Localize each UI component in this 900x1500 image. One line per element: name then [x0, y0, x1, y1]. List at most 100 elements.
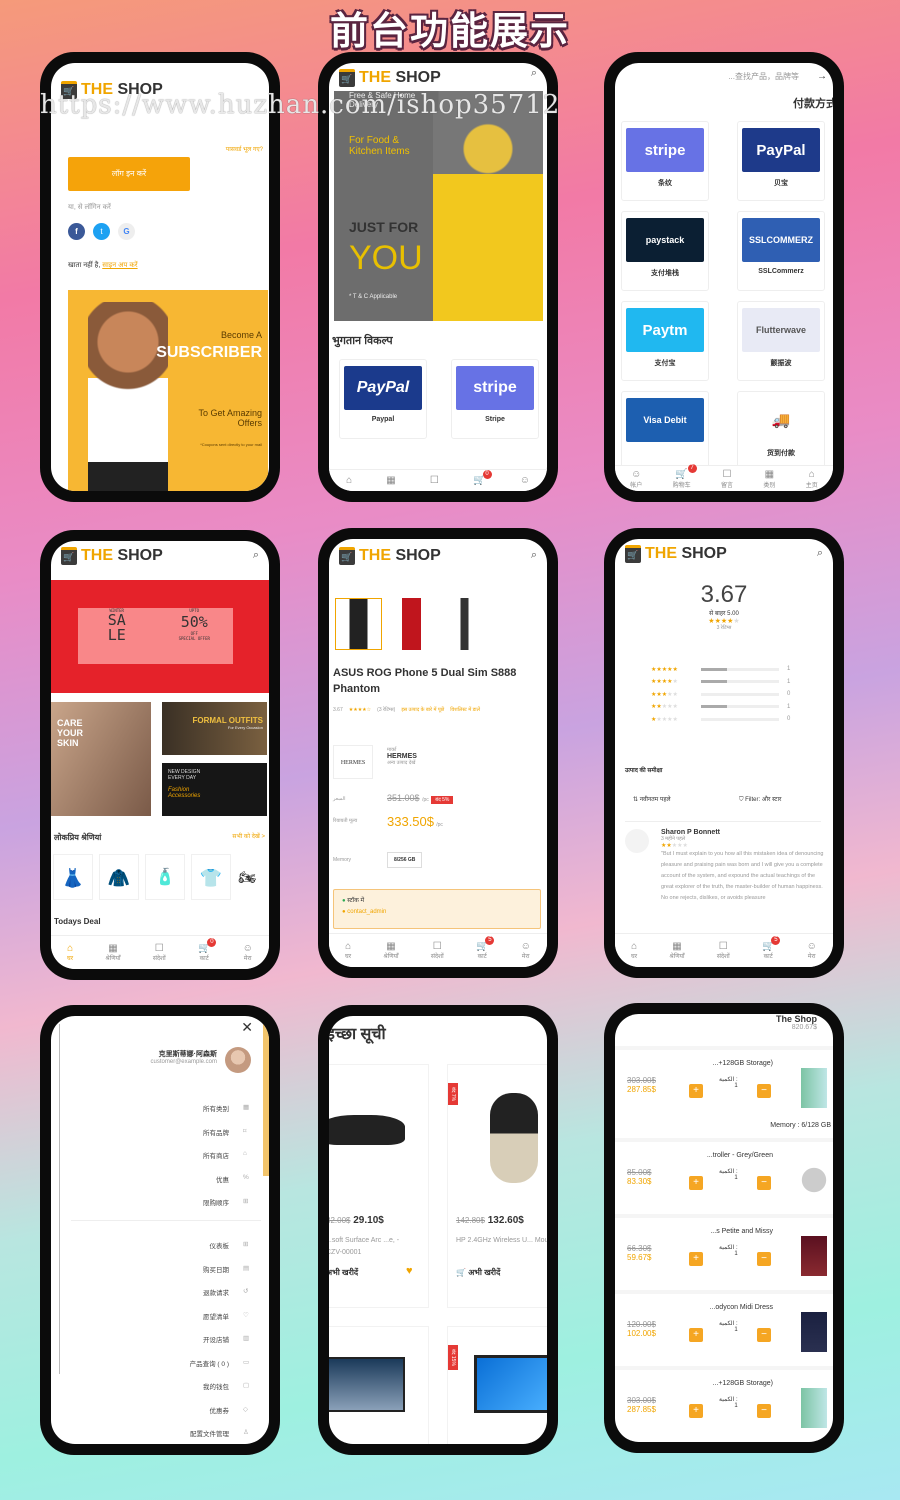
plus-button[interactable]: +: [689, 1084, 703, 1098]
nav-categories-icon[interactable]: ▦: [386, 475, 395, 486]
minus-button[interactable]: −: [757, 1084, 771, 1098]
nav-messages-icon[interactable]: ☐: [430, 475, 439, 486]
payment-method-card[interactable]: PayPal 贝宝: [737, 121, 825, 201]
filter-dropdown[interactable]: ⛉ Filter: और स्टार: [739, 795, 781, 804]
avatar[interactable]: [225, 1047, 251, 1073]
menu-item[interactable]: 我的钱包 ▢: [71, 1381, 251, 1405]
payment-method-card[interactable]: stripe 条纹: [621, 121, 709, 201]
facebook-icon[interactable]: f: [68, 223, 85, 240]
wishlist-card[interactable]: बंद 15%: [447, 1326, 547, 1444]
google-icon[interactable]: G: [118, 223, 135, 240]
login-button[interactable]: लॉग इन करें: [68, 157, 190, 191]
menu-item[interactable]: 愿望清单 ♡: [71, 1311, 251, 1335]
subscriber-banner[interactable]: Become A SUBSCRIBER To Get Amazing Offer…: [68, 290, 268, 491]
brand-more-products[interactable]: अन्य उत्पाद देखें: [387, 760, 417, 766]
menu-item[interactable]: 所有品牌 ⌑: [71, 1127, 251, 1151]
minus-button[interactable]: −: [757, 1328, 771, 1342]
product-thumbnail[interactable]: [441, 598, 488, 650]
menu-item[interactable]: 限购顺序 ⊞: [71, 1197, 251, 1221]
forgot-password-link[interactable]: पासवर्ड भूल गए?: [226, 145, 263, 153]
menu-item[interactable]: 退款请求 ↺: [71, 1287, 251, 1311]
skin-care-banner[interactable]: CARE YOUR SKIN: [51, 702, 151, 816]
payment-method-card[interactable]: Flutterwave 颤振波: [737, 301, 825, 381]
category-perfume[interactable]: 🧴: [145, 854, 185, 900]
nav-item[interactable]: ☐ संदेशों: [153, 943, 166, 962]
product-thumbnail[interactable]: [388, 598, 435, 650]
menu-item[interactable]: 配置文件管理 ♙: [71, 1428, 251, 1444]
payment-method-card[interactable]: 🚚 货到付款: [737, 391, 825, 471]
menu-item[interactable]: 所有类别 ▦: [71, 1103, 251, 1127]
category-shirt[interactable]: 👕: [191, 854, 231, 900]
search-icon[interactable]: ⌕: [531, 67, 537, 80]
nav-item[interactable]: ☺ मेरा: [807, 941, 817, 960]
nav-item[interactable]: 🛒 कार्ट 0: [198, 938, 217, 962]
arrow-right-icon[interactable]: →: [817, 71, 827, 82]
minus-button[interactable]: −: [757, 1404, 771, 1418]
nav-item[interactable]: ☺ मेरा: [521, 941, 531, 960]
buy-now-button[interactable]: अभी खरीदें: [329, 1267, 358, 1278]
wishlist-card[interactable]: [329, 1326, 429, 1444]
memory-option[interactable]: 8/256 GB: [387, 852, 423, 868]
menu-item[interactable]: 开设店铺 ▥: [71, 1334, 251, 1358]
nav-item[interactable]: ☐ संदेशों: [717, 941, 730, 960]
nav-item[interactable]: ☐ 留言: [721, 469, 733, 489]
menu-item[interactable]: 优惠%: [71, 1174, 251, 1198]
nav-item[interactable]: ☐ संदेशों: [431, 941, 444, 960]
formal-outfits-banner[interactable]: FORMAL OUTFITS For Every Occasion: [162, 702, 267, 755]
menu-item[interactable]: 优惠券 ◇: [71, 1405, 251, 1429]
wishlist-card[interactable]: बंद 7% 142.80$ 132.60$ HP 2.4GHz Wireles…: [447, 1064, 547, 1308]
view-all-link[interactable]: सभी को देखें >: [232, 832, 265, 840]
payment-card-stripe[interactable]: stripe Stripe: [451, 359, 539, 439]
payment-method-card[interactable]: Paytm 支付宝: [621, 301, 709, 381]
plus-button[interactable]: +: [689, 1176, 703, 1190]
menu-item[interactable]: 产品查询 ( 0 ) ▭: [71, 1358, 251, 1382]
brand-name[interactable]: HERMES: [387, 753, 417, 760]
category-dress[interactable]: 👗: [53, 854, 93, 900]
twitter-icon[interactable]: t: [93, 223, 110, 240]
search-icon[interactable]: ⌕: [253, 549, 259, 562]
plus-button[interactable]: +: [689, 1328, 703, 1342]
nav-account-icon[interactable]: ☺: [520, 475, 530, 486]
minus-button[interactable]: −: [757, 1176, 771, 1190]
search-icon[interactable]: ⌕: [817, 547, 823, 560]
nav-home-icon[interactable]: ⌂: [346, 475, 352, 486]
menu-item[interactable]: 购买日期 ▤: [71, 1264, 251, 1288]
close-icon[interactable]: ✕: [241, 1019, 253, 1036]
nav-item[interactable]: 🛒 कार्ट 5: [762, 936, 781, 960]
category-motorbike[interactable]: 🏍: [237, 854, 257, 900]
nav-item[interactable]: ⌂ 主页: [806, 469, 818, 489]
buy-now-button[interactable]: 🛒 अभी खरीदें: [456, 1267, 500, 1278]
nav-item[interactable]: ▦ 类别: [763, 469, 775, 489]
delivery-banner[interactable]: Free & Safe Home Delivery For Food & Kit…: [334, 91, 543, 321]
nav-item[interactable]: ☺ 帐户: [630, 469, 642, 489]
nav-item[interactable]: 🛒 购物车 7: [673, 463, 697, 489]
ask-about-product-link[interactable]: इस उत्पाद के बारे में पूछें: [401, 707, 444, 713]
heart-icon[interactable]: ♥: [406, 1265, 413, 1277]
menu-item[interactable]: 所有商店 ⌂: [71, 1150, 251, 1174]
seller-contact[interactable]: contact_admin: [347, 909, 386, 915]
product-thumbnail[interactable]: [335, 598, 382, 650]
payment-card-paypal[interactable]: PayPal Paypal: [339, 359, 427, 439]
plus-button[interactable]: +: [689, 1252, 703, 1266]
signup-link[interactable]: साइन अप करें: [102, 262, 137, 269]
fashion-accessories-banner[interactable]: NEW DESIGN EVERY DAY Fashion Accessories: [162, 763, 267, 816]
nav-item[interactable]: 🛒 कार्ट 5: [476, 936, 495, 960]
nav-item[interactable]: ⌂ घर: [345, 941, 351, 960]
nav-item[interactable]: ▦ श्रेणियाँ: [383, 941, 398, 960]
plus-button[interactable]: +: [689, 1404, 703, 1418]
brand-logo[interactable]: HERMES: [333, 745, 373, 779]
nav-item[interactable]: ☺ मेरा: [243, 943, 253, 962]
payment-method-card[interactable]: paystack 支付堆栈: [621, 211, 709, 291]
payment-method-card[interactable]: Visa Debit: [621, 391, 709, 471]
search-input[interactable]: ...查找产品，品牌等: [728, 71, 799, 82]
minus-button[interactable]: −: [757, 1252, 771, 1266]
nav-item[interactable]: ▦ श्रेणियाँ: [669, 941, 684, 960]
add-to-wishlist-link[interactable]: विशलिस्ट में डालें: [450, 707, 480, 713]
nav-item[interactable]: ⌂ घर: [631, 941, 637, 960]
nav-item[interactable]: ▦ श्रेणियाँ: [105, 943, 120, 962]
nav-cart-icon[interactable]: 🛒 0: [473, 470, 492, 486]
search-icon[interactable]: ⌕: [531, 549, 537, 562]
payment-method-card[interactable]: SSLCOMMERZ SSLCommerz: [737, 211, 825, 291]
sale-banner[interactable]: WINTER SA LE UPTO 50% OFF SPECIAL OFFER: [51, 580, 269, 693]
category-jacket[interactable]: 🧥: [99, 854, 139, 900]
